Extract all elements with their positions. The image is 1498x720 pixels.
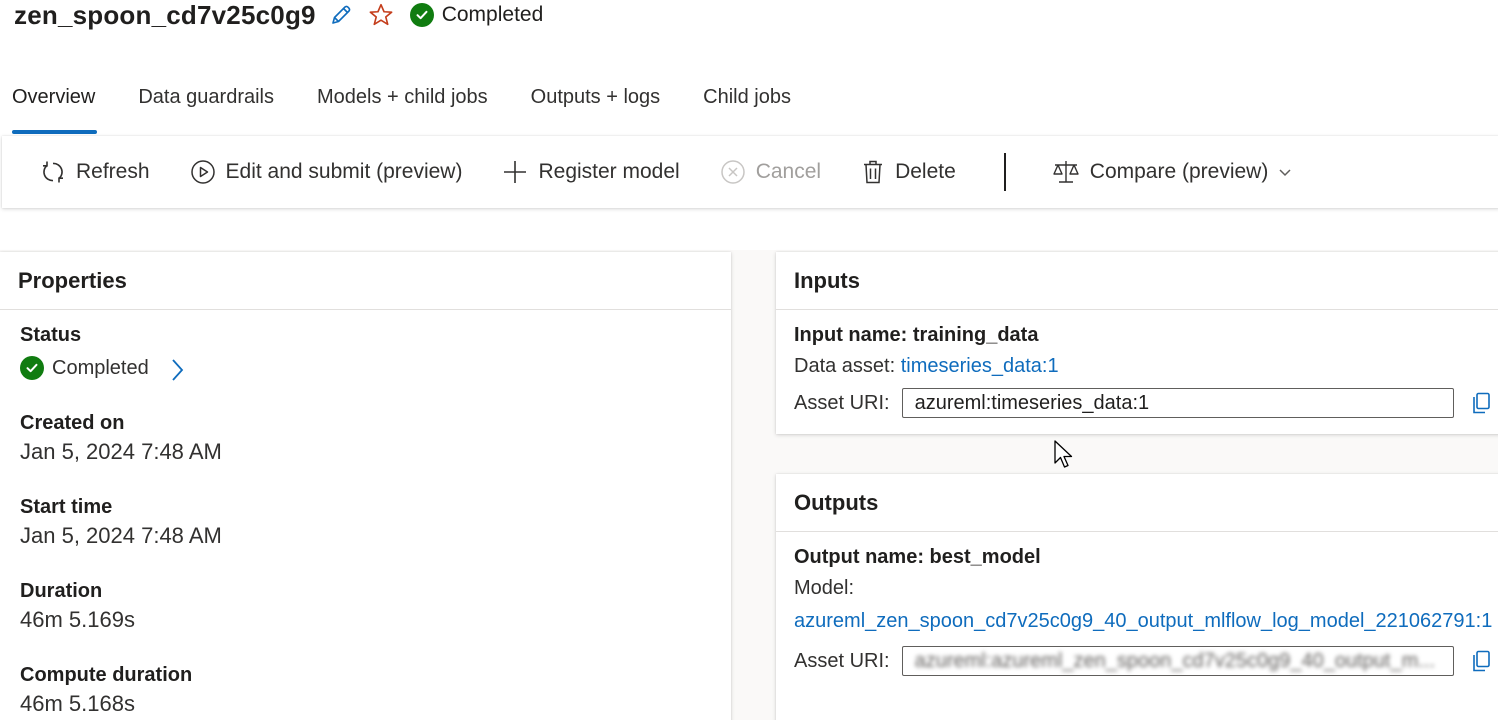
tab-overview[interactable]: Overview bbox=[12, 72, 98, 134]
input-uri-value: azureml:timeseries_data:1 bbox=[914, 391, 1150, 414]
refresh-label: Refresh bbox=[76, 160, 150, 183]
title-row: zen_spoon_cd7v25c0g9 Completed bbox=[14, 0, 543, 30]
created-on-property: Created on Jan 5, 2024 7:48 AM bbox=[20, 412, 222, 465]
compute-duration-property: Compute duration 46m 5.168s bbox=[20, 664, 192, 717]
data-asset-prefix: Data asset: bbox=[794, 355, 901, 377]
mouse-cursor-icon bbox=[1054, 440, 1073, 468]
copy-icon[interactable] bbox=[1470, 649, 1492, 673]
refresh-icon bbox=[43, 161, 63, 183]
status-value: Completed bbox=[52, 356, 149, 379]
data-asset-link[interactable]: timeseries_data:1 bbox=[901, 355, 1059, 377]
chevron-down-icon bbox=[1279, 169, 1291, 177]
output-uri-row: Asset URI: azureml:azureml_zen_spoon_cd7… bbox=[794, 646, 1498, 676]
job-title: zen_spoon_cd7v25c0g9 bbox=[14, 0, 316, 30]
model-link[interactable]: azureml_zen_spoon_cd7v25c0g9_40_output_m… bbox=[794, 606, 1494, 636]
tab-child-jobs[interactable]: Child jobs bbox=[703, 72, 791, 130]
register-model-button[interactable]: Register model bbox=[502, 159, 680, 185]
output-name: Output name: best_model bbox=[794, 546, 1041, 568]
duration-label: Duration bbox=[20, 580, 103, 602]
duration-value: 46m 5.169s bbox=[20, 607, 135, 632]
plus-icon bbox=[504, 161, 527, 183]
check-circle-icon bbox=[409, 3, 434, 27]
tab-data-guardrails[interactable]: Data guardrails bbox=[138, 72, 274, 130]
data-asset-line: Data asset: timeseries_data:1 bbox=[794, 355, 1498, 378]
compute-duration-label: Compute duration bbox=[20, 664, 193, 686]
refresh-button[interactable]: Refresh bbox=[40, 159, 150, 185]
cancel-circle-icon bbox=[720, 160, 745, 184]
inputs-panel: Inputs Input name: training_data Data as… bbox=[776, 252, 1498, 434]
created-on-value: Jan 5, 2024 7:48 AM bbox=[20, 439, 222, 464]
trash-icon bbox=[864, 160, 883, 184]
outputs-panel: Outputs Output name: best_model Model: a… bbox=[776, 474, 1498, 720]
tab-outputs-logs[interactable]: Outputs + logs bbox=[531, 72, 661, 130]
edit-and-submit-button[interactable]: Edit and submit (preview) bbox=[190, 159, 463, 185]
cancel-label: Cancel bbox=[755, 160, 822, 183]
start-time-value: Jan 5, 2024 7:48 AM bbox=[20, 523, 222, 548]
register-model-label: Register model bbox=[538, 160, 680, 183]
properties-title: Properties bbox=[0, 252, 731, 310]
play-circle-icon bbox=[190, 160, 215, 184]
status-label: Status bbox=[20, 324, 82, 346]
status-property: Status Completed bbox=[20, 324, 185, 383]
toolbar-divider bbox=[1003, 153, 1006, 191]
scale-balance-icon bbox=[1053, 161, 1079, 183]
compare-button[interactable]: Compare (preview) bbox=[1052, 159, 1303, 185]
input-uri-row: Asset URI: azureml:timeseries_data:1 bbox=[794, 388, 1498, 418]
output-uri-field[interactable]: azureml:azureml_zen_spoon_cd7v25c0g9_40_… bbox=[901, 646, 1454, 676]
favorite-star-icon[interactable] bbox=[368, 2, 394, 28]
outputs-title: Outputs bbox=[776, 474, 1498, 532]
chevron-right-icon[interactable] bbox=[169, 357, 185, 383]
output-uri-value: azureml:azureml_zen_spoon_cd7v25c0g9_40_… bbox=[914, 649, 1435, 672]
cancel-button[interactable]: Cancel bbox=[720, 159, 821, 185]
start-time-property: Start time Jan 5, 2024 7:48 AM bbox=[20, 496, 222, 549]
header-status-text: Completed bbox=[441, 3, 544, 26]
input-uri-field[interactable]: azureml:timeseries_data:1 bbox=[901, 388, 1454, 418]
header-status: Completed bbox=[409, 3, 544, 27]
model-label: Model: bbox=[794, 577, 855, 599]
compute-duration-value: 46m 5.168s bbox=[20, 691, 135, 716]
compare-label: Compare (preview) bbox=[1089, 160, 1269, 183]
inputs-title: Inputs bbox=[776, 252, 1498, 310]
copy-icon[interactable] bbox=[1470, 391, 1492, 415]
edit-and-submit-label: Edit and submit (preview) bbox=[225, 160, 463, 183]
input-uri-label: Asset URI: bbox=[794, 391, 890, 414]
delete-button[interactable]: Delete bbox=[861, 159, 956, 185]
properties-panel: Properties Status Completed Created on J… bbox=[0, 252, 731, 720]
start-time-label: Start time bbox=[20, 496, 113, 518]
job-header: zen_spoon_cd7v25c0g9 Completed Overview … bbox=[0, 0, 1498, 250]
tab-bar: Overview Data guardrails Models + child … bbox=[12, 72, 834, 134]
input-item: Input name: training_data Data asset: ti… bbox=[794, 324, 1498, 418]
output-uri-label: Asset URI: bbox=[794, 649, 890, 672]
status-value-row: Completed bbox=[20, 353, 185, 383]
created-on-label: Created on bbox=[20, 412, 125, 434]
duration-property: Duration 46m 5.169s bbox=[20, 580, 135, 633]
output-item: Output name: best_model Model: azureml_z… bbox=[794, 546, 1498, 676]
command-toolbar: Refresh Edit and submit (preview) Regist… bbox=[2, 136, 1498, 208]
check-circle-icon bbox=[20, 356, 44, 380]
edit-pencil-icon[interactable] bbox=[328, 2, 354, 28]
tab-models-child-jobs[interactable]: Models + child jobs bbox=[317, 72, 488, 130]
delete-label: Delete bbox=[895, 160, 956, 183]
input-name: Input name: training_data bbox=[794, 324, 1039, 346]
